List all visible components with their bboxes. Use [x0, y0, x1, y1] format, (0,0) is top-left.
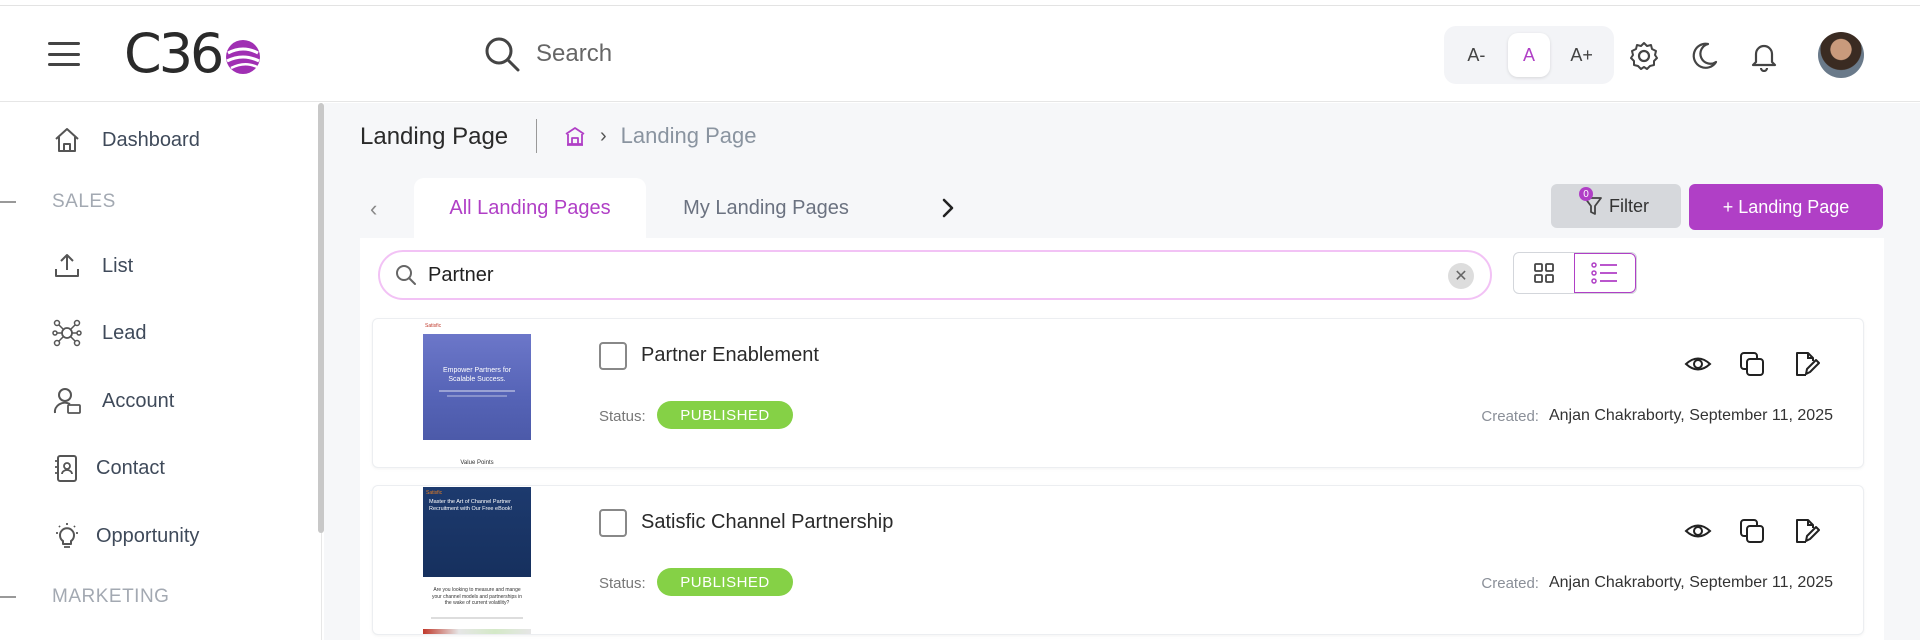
logo-text: C36	[124, 22, 224, 85]
view-icon[interactable]	[1681, 347, 1715, 381]
sidebar-section-sales: SALES	[0, 191, 116, 213]
created-label: Created:	[1481, 407, 1539, 425]
edit-icon[interactable]	[1789, 514, 1823, 548]
sidebar-item-label: Account	[102, 389, 175, 412]
home-icon[interactable]	[564, 125, 586, 147]
status-badge: PUBLISHED	[657, 568, 793, 596]
moon-icon[interactable]	[1688, 40, 1720, 72]
add-landing-page-button[interactable]: + Landing Page	[1689, 184, 1883, 230]
created-value: Anjan Chakraborty, September 11, 2025	[1548, 574, 1833, 591]
main-content: Landing Page › Landing Page ‹ All Landin…	[324, 103, 1920, 640]
created-value: Anjan Chakraborty, September 11, 2025	[1548, 407, 1833, 424]
sidebar-section-label: SALES	[52, 191, 116, 212]
sidebar-section-label: MARKETING	[52, 586, 170, 607]
user-avatar[interactable]	[1818, 32, 1864, 78]
thumb-footer: Are you looking to measure and mange you…	[431, 587, 523, 606]
duplicate-icon[interactable]	[1735, 514, 1769, 548]
global-search[interactable]	[482, 30, 982, 78]
duplicate-icon[interactable]	[1735, 347, 1769, 381]
filter-count-badge: 0	[1579, 187, 1593, 201]
created-info: Created: Anjan Chakraborty, September 11…	[1481, 407, 1833, 425]
status-badge: PUBLISHED	[657, 401, 793, 429]
sidebar-item-account[interactable]: Account	[52, 386, 174, 416]
sidebar-item-label: List	[102, 254, 134, 277]
top-header: C36 A- A A+	[0, 6, 1920, 102]
contact-card-icon	[55, 455, 77, 482]
breadcrumb: › Landing Page	[564, 123, 756, 149]
bell-icon[interactable]	[1748, 40, 1780, 72]
tab-my-landing-pages[interactable]: My Landing Pages	[646, 178, 886, 238]
tab-scroll-left-icon[interactable]: ‹	[370, 196, 390, 221]
network-icon	[52, 319, 82, 347]
card-actions	[1681, 514, 1823, 548]
card-actions	[1681, 347, 1823, 381]
font-size-controls: A- A A+	[1444, 26, 1614, 84]
landing-page-card[interactable]: Satisfic Master the Art of Channel Partn…	[372, 485, 1864, 635]
tab-scroll-right-icon[interactable]	[936, 194, 960, 222]
filter-label: Filter	[1609, 195, 1649, 216]
edit-icon[interactable]	[1789, 347, 1823, 381]
sidebar-item-label: Contact	[96, 456, 165, 479]
font-increase-button[interactable]: A+	[1561, 33, 1603, 77]
thumb-brand: Satisfic	[425, 323, 442, 329]
thumb-footer: Value Points	[460, 460, 494, 466]
font-decrease-button[interactable]: A-	[1455, 33, 1497, 77]
landing-page-thumbnail[interactable]: Satisfic Empower Partners for Scalable S…	[423, 320, 531, 467]
landing-page-title[interactable]: Satisfic Channel Partnership	[641, 511, 893, 534]
landing-page-title[interactable]: Partner Enablement	[641, 344, 819, 367]
landing-page-thumbnail[interactable]: Satisfic Master the Art of Channel Partn…	[423, 487, 531, 634]
settings-icon[interactable]	[1628, 40, 1660, 72]
search-icon	[485, 37, 520, 72]
breadcrumb-current: Landing Page	[620, 123, 757, 148]
sidebar-item-label: Lead	[102, 321, 147, 344]
tab-all-landing-pages[interactable]: All Landing Pages	[414, 178, 646, 238]
list-view-icon[interactable]	[1574, 253, 1636, 293]
select-checkbox[interactable]	[599, 509, 627, 537]
thumb-headline: Empower Partners for Scalable Success.	[442, 367, 512, 384]
list-search[interactable]: ✕	[378, 250, 1492, 300]
created-label: Created:	[1481, 574, 1539, 592]
sidebar-item-label: Dashboard	[102, 128, 200, 151]
bulb-icon	[56, 523, 78, 548]
app-logo[interactable]: C36	[124, 22, 263, 85]
logo-globe-icon	[226, 40, 261, 74]
status-label: Status:	[599, 408, 646, 425]
landing-page-list-panel: ✕ Satisfic Empower Partners for Scalable…	[360, 238, 1884, 640]
created-info: Created: Anjan Chakraborty, September 11…	[1481, 574, 1833, 592]
view-toggle	[1513, 252, 1637, 294]
list-search-input[interactable]	[428, 263, 1428, 287]
landing-page-card[interactable]: Satisfic Empower Partners for Scalable S…	[372, 318, 1864, 468]
sidebar-section-marketing: MARKETING	[0, 586, 169, 608]
status-label: Status:	[599, 575, 646, 592]
font-normal-button[interactable]: A	[1507, 33, 1550, 77]
title-divider	[536, 119, 537, 153]
sidebar-item-opportunity[interactable]: Opportunity	[52, 521, 199, 551]
add-landing-page-label: + Landing Page	[1722, 196, 1850, 217]
user-icon	[53, 388, 81, 414]
search-icon	[396, 265, 416, 285]
sidebar: Dashboard SALES List Lead Account Contac…	[0, 103, 322, 640]
chevron-right-icon: ›	[600, 124, 607, 147]
thumb-brand: Satisfic	[426, 490, 443, 496]
sidebar-item-lead[interactable]: Lead	[52, 318, 147, 348]
sidebar-item-list[interactable]: List	[52, 251, 133, 281]
home-icon	[55, 128, 79, 152]
grid-view-icon[interactable]	[1514, 253, 1574, 293]
upload-icon	[55, 254, 79, 277]
hamburger-menu-icon[interactable]	[48, 42, 80, 66]
thumb-headline: Master the Art of Channel Partner Recrui…	[429, 499, 513, 513]
filter-button[interactable]: 0 Filter	[1551, 184, 1681, 228]
page-title: Landing Page	[360, 123, 509, 150]
view-icon[interactable]	[1681, 514, 1715, 548]
sidebar-item-contact[interactable]: Contact	[52, 453, 165, 483]
select-checkbox[interactable]	[599, 342, 627, 370]
global-search-input[interactable]	[536, 40, 936, 68]
clear-search-icon[interactable]: ✕	[1448, 263, 1474, 289]
sidebar-item-dashboard[interactable]: Dashboard	[52, 125, 200, 155]
sidebar-item-label: Opportunity	[96, 524, 200, 547]
